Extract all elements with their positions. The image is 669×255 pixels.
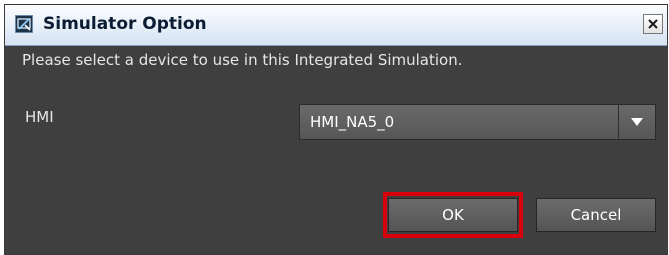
device-label: HMI xyxy=(25,108,54,126)
cancel-button[interactable]: Cancel xyxy=(536,198,656,232)
instruction-text: Please select a device to use in this In… xyxy=(22,51,463,69)
title-bar[interactable]: Simulator Option xyxy=(5,5,667,46)
device-select[interactable]: HMI_NA5_0 xyxy=(299,104,656,140)
close-icon xyxy=(647,15,659,34)
ok-highlight-box xyxy=(383,192,523,238)
window-title: Simulator Option xyxy=(43,14,207,34)
chevron-down-icon[interactable] xyxy=(619,105,655,139)
device-select-value: HMI_NA5_0 xyxy=(310,113,395,131)
simulator-app-icon xyxy=(15,15,33,33)
close-button[interactable] xyxy=(643,14,663,34)
simulator-option-dialog: Simulator Option Please select a device … xyxy=(4,4,668,255)
